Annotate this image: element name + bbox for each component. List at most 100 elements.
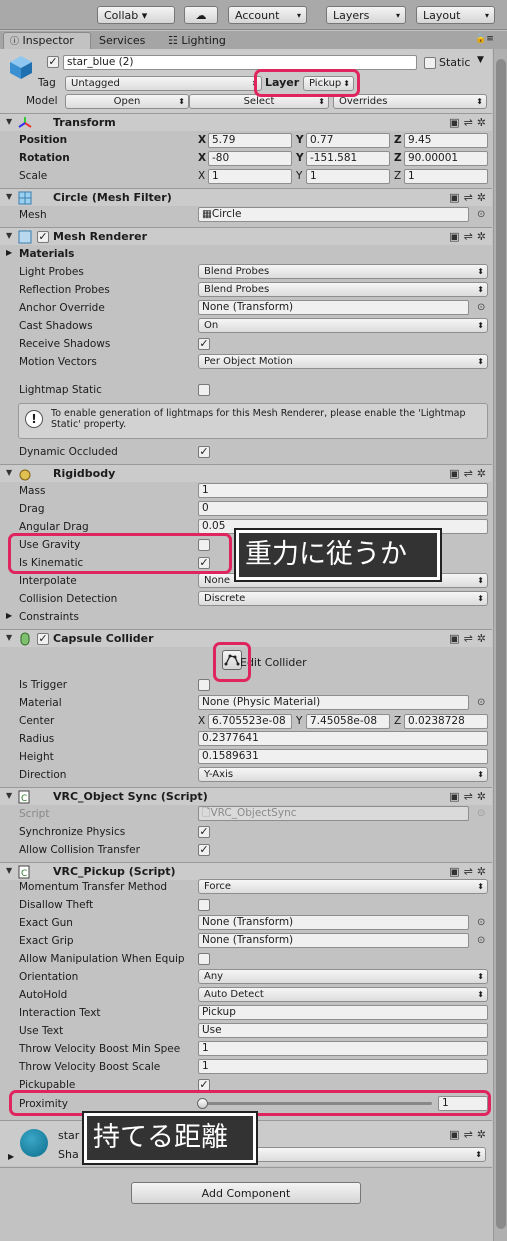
lock-icon[interactable]: 🔒≡ xyxy=(475,34,494,44)
cast-shadows-dropdown[interactable]: On xyxy=(198,318,488,333)
throw-min-field[interactable]: 1 xyxy=(198,1041,488,1056)
rotation-x-field[interactable]: -80 xyxy=(208,151,292,166)
scrollbar[interactable] xyxy=(493,49,507,1241)
mesh-filter-header[interactable]: ▼ Circle (Mesh Filter) ▣⇌✲ xyxy=(0,188,492,206)
y-label: Y xyxy=(296,134,304,146)
rigidbody-header[interactable]: ▼ Rigidbody ▣⇌✲ xyxy=(0,464,492,482)
tab-services[interactable]: Services xyxy=(99,34,145,47)
component-tools-icon[interactable]: ▣⇌✲ xyxy=(449,191,490,204)
allow-manip-checkbox[interactable] xyxy=(198,953,210,965)
exact-grip-field[interactable]: None (Transform) xyxy=(198,933,469,948)
static-checkbox[interactable] xyxy=(424,57,436,69)
light-probes-dropdown[interactable]: Blend Probes xyxy=(198,264,488,279)
mesh-renderer-enabled-checkbox[interactable]: ✓ xyxy=(37,231,49,243)
position-z-field[interactable]: 9.45 xyxy=(404,133,488,148)
transform-header[interactable]: ▼ Transform ▣⇌✲ xyxy=(0,113,492,131)
use-text-field[interactable]: Use xyxy=(198,1023,488,1038)
scale-z-field[interactable]: 1 xyxy=(404,169,488,184)
orientation-dropdown[interactable]: Any xyxy=(198,969,488,984)
object-picker-icon[interactable]: ⊙ xyxy=(477,917,485,928)
collision-detection-dropdown[interactable]: Discrete xyxy=(198,591,488,606)
shader-label: Sha xyxy=(58,1148,79,1161)
momentum-dropdown[interactable]: Force xyxy=(198,879,488,894)
radius-field[interactable]: 0.2377641 xyxy=(198,731,488,746)
receive-shadows-label: Receive Shadows xyxy=(19,338,111,350)
fold-arrow-icon[interactable]: ▶ xyxy=(8,1152,14,1161)
fold-arrow-icon[interactable]: ▼ xyxy=(6,633,12,642)
cloud-button[interactable]: ☁ xyxy=(184,6,218,24)
center-x-field[interactable]: 6.705523e-08 xyxy=(208,714,292,729)
x-label: X xyxy=(198,715,206,727)
component-tools-icon[interactable]: ▣⇌✲ xyxy=(449,116,490,129)
rotation-y-field[interactable]: -151.581 xyxy=(306,151,390,166)
height-field[interactable]: 0.1589631 xyxy=(198,749,488,764)
rotation-z-field[interactable]: 90.00001 xyxy=(404,151,488,166)
dynamic-occluded-checkbox[interactable]: ✓ xyxy=(198,446,210,458)
fold-arrow-icon[interactable]: ▼ xyxy=(6,791,12,800)
constraints-row[interactable]: ▶ Constraints xyxy=(0,608,492,626)
is-trigger-checkbox[interactable] xyxy=(198,679,210,691)
lightmap-info-text: To enable generation of lightmaps for th… xyxy=(51,408,466,430)
autohold-dropdown[interactable]: Auto Detect xyxy=(198,987,488,1002)
physic-material-field[interactable]: None (Physic Material) xyxy=(198,695,469,710)
active-checkbox[interactable]: ✓ xyxy=(47,56,59,68)
fold-arrow-icon[interactable]: ▼ xyxy=(6,231,12,240)
anchor-override-field[interactable]: None (Transform) xyxy=(198,300,469,315)
component-tools-icon[interactable]: ▣⇌✲ xyxy=(449,790,490,803)
fold-arrow-icon[interactable]: ▼ xyxy=(6,192,12,201)
drag-field[interactable]: 0 xyxy=(198,501,488,516)
object-picker-icon[interactable]: ⊙ xyxy=(477,697,485,708)
fold-arrow-icon[interactable]: ▶ xyxy=(6,611,12,620)
object-picker-icon[interactable]: ⊙ xyxy=(477,209,485,220)
open-button[interactable]: Open xyxy=(65,94,189,109)
chevron-down-icon[interactable]: ▼ xyxy=(477,55,484,65)
materials-row[interactable]: ▶ Materials xyxy=(0,245,492,263)
fold-arrow-icon[interactable]: ▼ xyxy=(6,866,12,875)
layout-button[interactable]: Layout ▾ xyxy=(416,6,495,24)
object-picker-icon[interactable]: ⊙ xyxy=(477,935,485,946)
mesh-field[interactable]: ▦Circle xyxy=(198,207,469,222)
throw-scale-field[interactable]: 1 xyxy=(198,1059,488,1074)
account-button[interactable]: Account ▾ xyxy=(228,6,307,24)
object-picker-icon[interactable]: ⊙ xyxy=(477,302,485,313)
layers-button[interactable]: Layers ▾ xyxy=(326,6,406,24)
allow-collision-checkbox[interactable]: ✓ xyxy=(198,844,210,856)
component-tools-icon[interactable]: ▣⇌✲ xyxy=(449,230,490,243)
direction-row: Direction Y-Axis xyxy=(0,766,492,784)
exact-gun-field[interactable]: None (Transform) xyxy=(198,915,469,930)
component-tools-icon[interactable]: ▣⇌✲ xyxy=(449,865,490,878)
motion-vectors-dropdown[interactable]: Per Object Motion xyxy=(198,354,488,369)
tag-dropdown[interactable]: Untagged xyxy=(65,76,262,91)
mesh-renderer-header[interactable]: ▼ ✓ Mesh Renderer ▣⇌✲ xyxy=(0,227,492,245)
tab-lighting[interactable]: ☷ Lighting xyxy=(168,34,226,47)
position-x-field[interactable]: 5.79 xyxy=(208,133,292,148)
position-y-field[interactable]: 0.77 xyxy=(306,133,390,148)
scale-y-field[interactable]: 1 xyxy=(306,169,390,184)
component-tools-icon[interactable]: ▣⇌✲ xyxy=(449,1128,490,1141)
sync-physics-checkbox[interactable]: ✓ xyxy=(198,826,210,838)
top-toolbar: Collab ▾ ☁ Account ▾ Layers ▾ Layout ▾ xyxy=(0,0,507,30)
anchor-override-label: Anchor Override xyxy=(19,302,105,314)
disallow-theft-checkbox[interactable] xyxy=(198,899,210,911)
tab-inspector[interactable]: ⓘ Inspector xyxy=(3,32,91,49)
add-component-button[interactable]: Add Component xyxy=(131,1182,361,1204)
object-sync-header[interactable]: ▼ C VRC_Object Sync (Script) ▣⇌✲ xyxy=(0,787,492,805)
component-tools-icon[interactable]: ▣⇌✲ xyxy=(449,632,490,645)
component-tools-icon[interactable]: ▣⇌✲ xyxy=(449,467,490,480)
object-name-field[interactable]: star_blue (2) xyxy=(63,55,417,70)
direction-dropdown[interactable]: Y-Axis xyxy=(198,767,488,782)
center-y-field[interactable]: 7.45058e-08 xyxy=(306,714,390,729)
reflection-probes-dropdown[interactable]: Blend Probes xyxy=(198,282,488,297)
mass-field[interactable]: 1 xyxy=(198,483,488,498)
capsule-collider-enabled-checkbox[interactable]: ✓ xyxy=(37,633,49,645)
fold-arrow-icon[interactable]: ▶ xyxy=(6,248,12,257)
center-z-field[interactable]: 0.0238728 xyxy=(404,714,488,729)
receive-shadows-checkbox[interactable]: ✓ xyxy=(198,338,210,350)
fold-arrow-icon[interactable]: ▼ xyxy=(6,468,12,477)
collab-button[interactable]: Collab ▾ xyxy=(97,6,175,24)
scrollbar-thumb[interactable] xyxy=(496,59,506,1229)
scale-x-field[interactable]: 1 xyxy=(208,169,292,184)
fold-arrow-icon[interactable]: ▼ xyxy=(6,117,12,126)
lightmap-static-checkbox[interactable] xyxy=(198,384,210,396)
interaction-text-field[interactable]: Pickup xyxy=(198,1005,488,1020)
